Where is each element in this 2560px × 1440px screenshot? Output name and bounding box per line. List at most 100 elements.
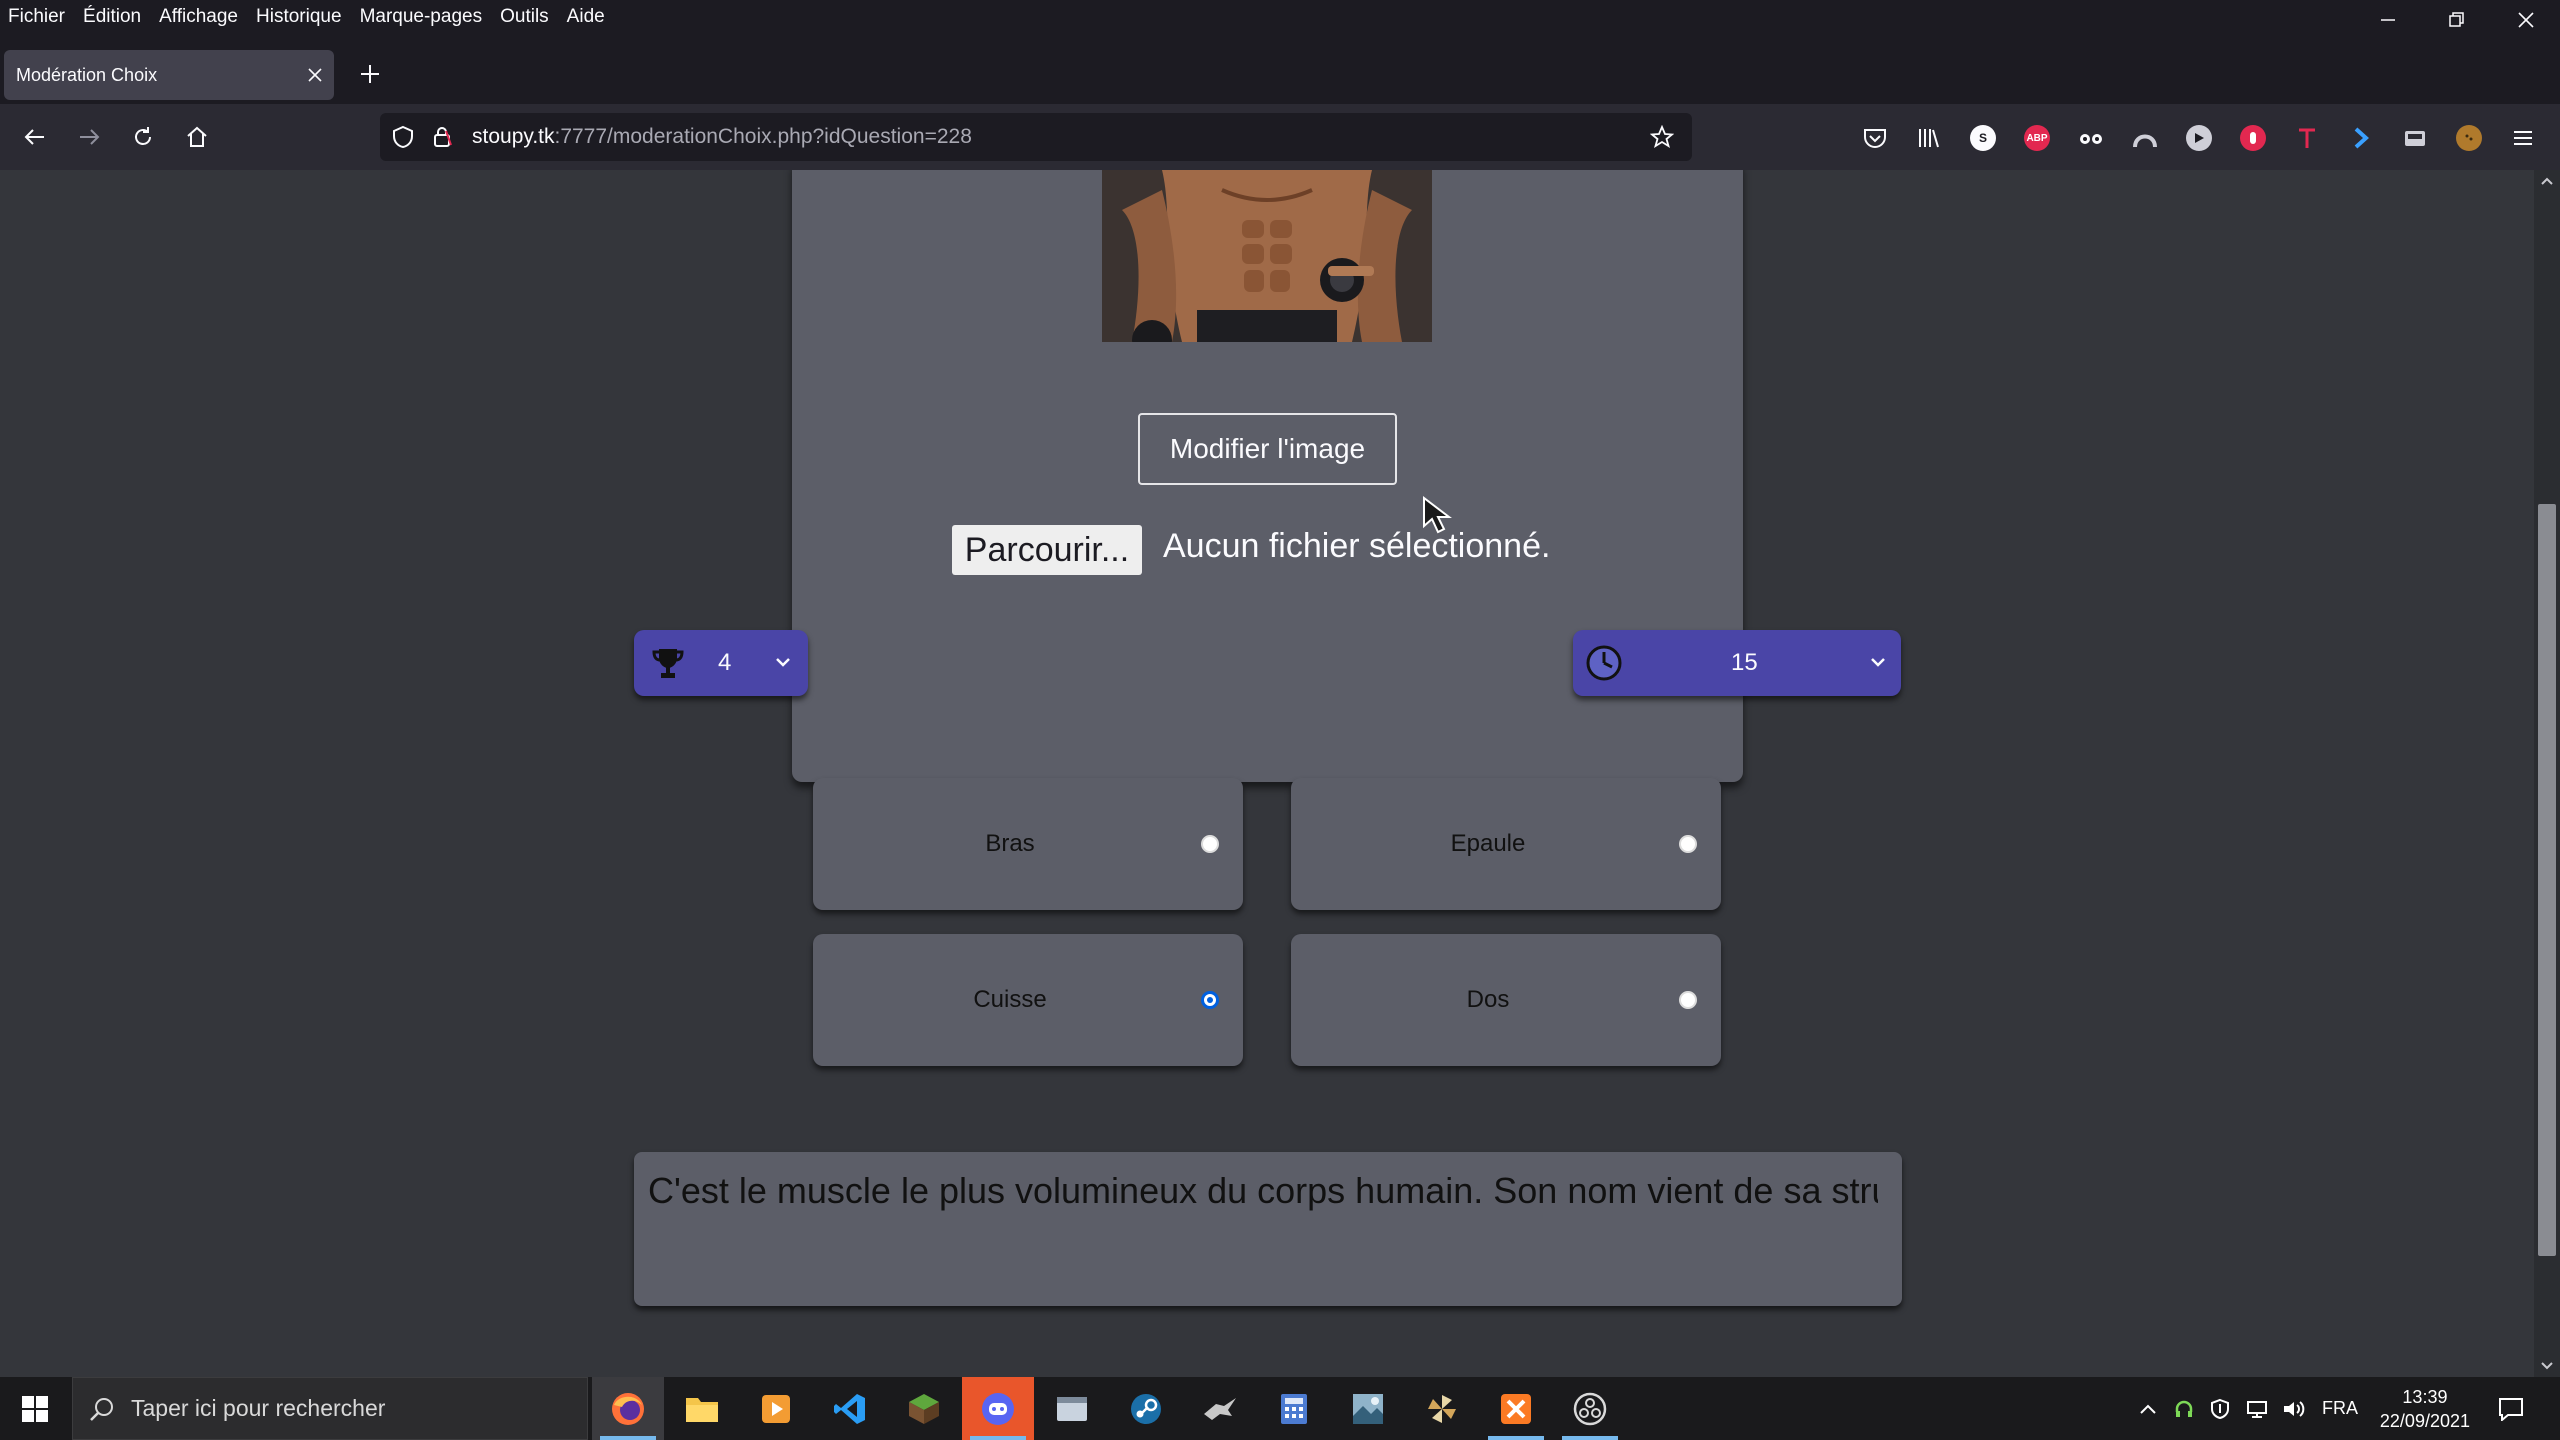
time-select[interactable]: 15	[1573, 630, 1901, 696]
defender-shield-icon[interactable]	[2210, 1377, 2230, 1440]
library-icon[interactable]	[1916, 125, 1942, 151]
back-button[interactable]	[14, 116, 56, 158]
choice-radio-cuisse[interactable]	[1201, 991, 1219, 1009]
search-icon	[89, 1396, 115, 1427]
tab-close-icon[interactable]	[308, 61, 322, 89]
choice-card-dos[interactable]: Dos	[1291, 934, 1721, 1066]
taskbar-steam[interactable]	[1110, 1377, 1182, 1440]
menu-marque-pages[interactable]: Marque-pages	[351, 6, 492, 28]
navigation-toolbar: stoupy.tk:7777/moderationChoix.php?idQue…	[0, 104, 2560, 170]
volume-icon[interactable]	[2282, 1377, 2306, 1440]
minecraft-icon	[909, 1393, 939, 1424]
bookmark-star-icon[interactable]	[1649, 124, 1675, 154]
window-controls	[2353, 0, 2560, 40]
scroll-up-icon[interactable]	[2534, 170, 2560, 192]
discord-icon	[982, 1392, 1014, 1425]
pocket-icon[interactable]	[1862, 125, 1888, 151]
trophy-icon	[652, 646, 684, 685]
network-icon[interactable]	[2246, 1377, 2268, 1440]
menu-affichage[interactable]: Affichage	[150, 6, 247, 28]
page-scrollbar[interactable]	[2534, 170, 2560, 1377]
xampp-icon	[1501, 1393, 1531, 1424]
url-bar[interactable]: stoupy.tk:7777/moderationChoix.php?idQue…	[380, 113, 1692, 161]
taskbar-dragon-app[interactable]	[1184, 1377, 1256, 1440]
menu-fichier[interactable]: Fichier	[0, 6, 74, 28]
taskbar-app-generic[interactable]	[1036, 1377, 1108, 1440]
play-extension-icon[interactable]	[2186, 125, 2212, 151]
choice-radio-bras[interactable]	[1201, 835, 1219, 853]
chevron-down-icon	[1869, 652, 1887, 675]
taskbar-media-player[interactable]	[740, 1377, 812, 1440]
vscode-icon	[834, 1393, 865, 1424]
explanation-textarea[interactable]: C'est le muscle le plus volumineux du co…	[634, 1152, 1902, 1306]
explanation-text: C'est le muscle le plus volumineux du co…	[648, 1170, 1878, 1211]
menu-aide[interactable]: Aide	[558, 6, 614, 28]
home-icon	[187, 126, 207, 147]
choice-card-epaule[interactable]: Epaule	[1291, 778, 1721, 910]
choice-card-bras[interactable]: Bras	[813, 778, 1243, 910]
forward-button[interactable]	[68, 116, 110, 158]
browse-file-button[interactable]: Parcourir...	[952, 525, 1142, 575]
menu-edition[interactable]: Édition	[74, 6, 150, 28]
home-button[interactable]	[176, 116, 218, 158]
taskbar-vscode[interactable]	[814, 1377, 886, 1440]
taskbar-file-explorer[interactable]	[666, 1377, 738, 1440]
tracking-protection-shield-icon[interactable]	[392, 125, 414, 154]
hand-extension-icon[interactable]	[2240, 125, 2266, 151]
taskbar-minecraft[interactable]	[888, 1377, 960, 1440]
minimize-button[interactable]	[2353, 0, 2422, 40]
chevron-down-icon	[774, 652, 792, 675]
choice-radio-dos[interactable]	[1679, 991, 1697, 1009]
forward-arrow-icon	[80, 129, 100, 145]
menu-historique[interactable]: Historique	[247, 6, 351, 28]
photo-app-icon	[1353, 1393, 1383, 1424]
hamburger-menu-icon[interactable]	[2510, 125, 2536, 151]
start-button[interactable]	[0, 1377, 70, 1440]
taskbar-calculator[interactable]	[1258, 1377, 1330, 1440]
t-extension-icon[interactable]	[2294, 125, 2320, 151]
choice-card-cuisse[interactable]: Cuisse	[813, 934, 1243, 1066]
menu-outils[interactable]: Outils	[491, 6, 558, 28]
file-status-text: Aucun fichier sélectionné.	[1163, 527, 1551, 565]
taskbar-search-box[interactable]: Taper ici pour rechercher	[72, 1377, 588, 1440]
choice-label: Cuisse	[973, 986, 1047, 1013]
minimize-icon	[2380, 19, 2395, 21]
notifications-icon[interactable]	[2498, 1377, 2524, 1440]
back-arrow-icon	[24, 129, 44, 145]
show-hidden-icons-chevron[interactable]	[2138, 1377, 2158, 1440]
cookie-extension-icon[interactable]	[2456, 125, 2482, 151]
taskbar-obs[interactable]	[1554, 1377, 1626, 1440]
taskbar-firefox[interactable]	[592, 1377, 664, 1440]
taskbar-pinwheel-app[interactable]	[1406, 1377, 1478, 1440]
taskbar-clock[interactable]: 13:39 22/09/2021	[2380, 1385, 2470, 1433]
points-select-value: 4	[718, 649, 732, 676]
arch-extension-icon[interactable]	[2132, 125, 2158, 151]
tab-title: Modération Choix	[16, 64, 158, 85]
glasses-extension-icon[interactable]	[2078, 125, 2104, 151]
url-text: stoupy.tk:7777/moderationChoix.php?idQue…	[472, 125, 972, 149]
url-host: stoupy.tk	[472, 125, 555, 148]
close-icon	[2517, 12, 2534, 28]
url-path: :7777/moderationChoix.php?idQuestion=228	[554, 125, 972, 148]
modify-image-button[interactable]: Modifier l'image	[1138, 413, 1397, 485]
taskbar-discord[interactable]	[962, 1377, 1034, 1440]
tab-moderation-choix[interactable]: Modération Choix	[4, 50, 334, 100]
adblock-plus-icon[interactable]: ABP	[2024, 125, 2050, 151]
headset-icon[interactable]	[2174, 1377, 2194, 1440]
s-extension-icon[interactable]: S	[1970, 125, 1996, 151]
language-indicator[interactable]: FRA	[2322, 1377, 2358, 1440]
points-select[interactable]: 4	[634, 630, 808, 696]
choice-radio-epaule[interactable]	[1679, 835, 1697, 853]
restore-button[interactable]	[2422, 0, 2491, 40]
taskbar-xampp[interactable]	[1480, 1377, 1552, 1440]
new-tab-button[interactable]	[352, 56, 388, 92]
taskbar-photo-app[interactable]	[1332, 1377, 1404, 1440]
media-player-icon	[762, 1394, 790, 1423]
reload-button[interactable]	[122, 116, 164, 158]
arrow-extension-icon[interactable]	[2348, 125, 2374, 151]
lock-icon[interactable]	[432, 125, 452, 154]
screenshot-extension-icon[interactable]	[2402, 125, 2428, 151]
scroll-down-icon[interactable]	[2534, 1355, 2560, 1377]
scrollbar-thumb[interactable]	[2538, 504, 2556, 1256]
close-window-button[interactable]	[2491, 0, 2560, 40]
